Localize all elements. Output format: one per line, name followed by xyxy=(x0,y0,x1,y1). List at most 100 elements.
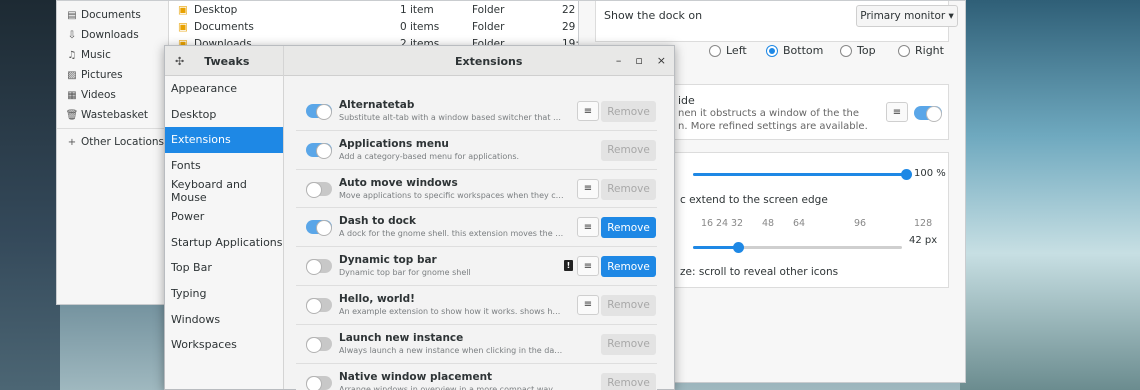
extension-settings-button[interactable]: ≡ xyxy=(577,178,599,199)
hamburger-icon: ≡ xyxy=(892,106,902,118)
desktop-wallpaper-right xyxy=(960,0,1140,390)
sidebar-item-pictures[interactable]: ▨ Pictures xyxy=(57,65,168,85)
extension-toggle[interactable] xyxy=(306,181,332,198)
table-row[interactable]: ▣Documents0 itemsFolder29 Ma xyxy=(170,18,595,35)
position-radio-top[interactable]: Top xyxy=(840,44,876,57)
autohide-toggle[interactable] xyxy=(914,106,942,122)
close-icon[interactable]: × xyxy=(657,54,666,67)
show-dock-label: Show the dock on xyxy=(604,9,703,22)
extension-toggle[interactable] xyxy=(306,104,332,120)
app-title: Tweaks xyxy=(204,54,250,68)
file-kind: Folder xyxy=(472,3,505,16)
sidebar-item-startup-applications[interactable]: Startup Applications xyxy=(165,230,283,256)
extension-toggle[interactable] xyxy=(306,336,332,353)
minimize-icon[interactable]: – xyxy=(616,54,622,67)
tweaks-sidebar: Appearance Desktop Extensions Fonts Keyboard… xyxy=(165,76,284,389)
sidebar-item-other-locations[interactable]: + Other Locations xyxy=(57,132,168,152)
table-row[interactable]: ▣Desktop1 itemFolder22 Ma xyxy=(170,1,595,18)
extension-description: Substitute alt-tab with a window based s… xyxy=(339,113,565,122)
sidebar-item-label: Wastebasket xyxy=(81,109,149,121)
sidebar-item-top-bar[interactable]: Top Bar xyxy=(165,255,283,281)
header-left: ✣ Tweaks xyxy=(165,46,284,76)
extension-name: Applications menu xyxy=(339,137,449,150)
position-radio-left[interactable]: Left xyxy=(709,44,747,57)
remove-button: Remove xyxy=(601,101,656,122)
extension-row: Auto move windows Move applications to sp… xyxy=(296,170,657,209)
sidebar-item-videos[interactable]: ▦ Videos xyxy=(57,85,168,105)
maximize-icon[interactable]: ▫ xyxy=(635,54,642,67)
files-sidebar: ▤ Documents ⇩ Downloads ♫ Music ▨ Pictures ▦ Vide… xyxy=(57,1,169,304)
extension-toggle[interactable] xyxy=(306,375,332,390)
extension-name: Alternatetab xyxy=(339,99,415,111)
radio-dot xyxy=(709,44,721,57)
sidebar-item-power[interactable]: Power xyxy=(165,204,283,230)
autohide-desc-1: nen it obstructs a window of the the xyxy=(678,108,859,119)
sidebar-item-downloads[interactable]: ⇩ Downloads xyxy=(57,25,168,45)
extension-settings-button[interactable]: ≡ xyxy=(577,101,599,121)
sidebar-item-workspaces[interactable]: Workspaces xyxy=(165,332,283,358)
extension-toggle[interactable] xyxy=(306,220,332,237)
remove-button[interactable]: Remove xyxy=(601,217,656,239)
tick-label: 128 xyxy=(914,218,933,229)
sidebar-item-appearance[interactable]: Appearance xyxy=(165,76,283,102)
extension-description: Always launch a new instance when clicki… xyxy=(339,345,565,355)
extension-row: Applications menu Add a category-based me… xyxy=(296,131,657,170)
sidebar-item-label: Other Locations xyxy=(81,136,165,148)
icon-size-slider[interactable] xyxy=(693,242,902,253)
file-name: Documents xyxy=(194,20,254,33)
hamburger-icon: ≡ xyxy=(583,183,593,195)
sidebar-item-music[interactable]: ♫ Music xyxy=(57,45,168,65)
header-bar: ✣ Tweaks Extensions – ▫ × xyxy=(165,46,674,76)
extension-toggle[interactable] xyxy=(306,259,332,276)
sidebar-item-windows[interactable]: Windows xyxy=(165,306,283,332)
tick-label: 64 xyxy=(793,218,806,229)
sidebar-item-wastebasket[interactable]: 🗑 Wastebasket xyxy=(57,105,168,125)
folder-icon: ▣ xyxy=(178,3,188,16)
documents-icon: ▤ xyxy=(67,9,77,21)
videos-icon: ▦ xyxy=(67,89,77,101)
remove-button: Remove xyxy=(601,372,656,390)
music-icon: ♫ xyxy=(67,49,77,61)
page-title: Extensions xyxy=(455,55,523,68)
extension-settings-button[interactable]: ≡ xyxy=(577,294,599,315)
folder-icon: ▣ xyxy=(178,20,188,33)
slider-knob[interactable] xyxy=(901,169,912,180)
extension-settings-button[interactable]: ≡ xyxy=(577,256,599,277)
extension-row: Dynamic top bar Dynamic top bar for gnome… xyxy=(296,247,657,286)
sidebar-item-typing[interactable]: Typing xyxy=(165,281,283,307)
autohide-settings-button[interactable]: ≡ xyxy=(886,102,908,122)
sidebar-item-keyboard-and-mouse[interactable]: Keyboard and Mouse xyxy=(165,178,283,204)
sidebar-item-desktop[interactable]: Desktop xyxy=(165,102,283,128)
sidebar-item-fonts[interactable]: Fonts xyxy=(165,153,283,179)
remove-button: Remove xyxy=(601,178,656,200)
extension-toggle[interactable] xyxy=(306,142,332,159)
extension-settings-button[interactable]: ≡ xyxy=(577,217,599,238)
autohide-desc-2: n. More refined settings are available. xyxy=(678,121,868,132)
extension-name: Launch new instance xyxy=(339,331,464,344)
radio-label: Left xyxy=(726,44,747,57)
radio-label: Top xyxy=(857,44,876,57)
remove-button: Remove xyxy=(601,294,656,316)
dock-size-slider[interactable] xyxy=(693,169,912,180)
sidebar-divider xyxy=(57,128,168,129)
sidebar-item-label: Videos xyxy=(81,89,116,101)
sidebar-item-documents[interactable]: ▤ Documents xyxy=(57,5,168,25)
extension-toggle[interactable] xyxy=(306,297,332,314)
monitor-dropdown[interactable]: Primary monitor ▾ xyxy=(856,5,958,27)
sidebar-item-label: Downloads xyxy=(81,29,139,41)
hamburger-icon: ≡ xyxy=(583,260,593,272)
sidebar-item-extensions[interactable]: Extensions xyxy=(165,127,283,153)
hamburger-icon: ≡ xyxy=(583,221,593,233)
wastebasket-icon: 🗑 xyxy=(65,109,79,121)
position-radio-bottom[interactable]: Bottom xyxy=(766,44,823,57)
tick-label: 48 xyxy=(762,218,775,229)
extension-description: A dock for the gnome shell. this extensi… xyxy=(339,229,565,239)
extensions-list: Alternatetab Substitute alt-tab with a wi… xyxy=(296,92,657,390)
remove-button[interactable]: Remove xyxy=(601,256,656,278)
position-radio-right[interactable]: Right xyxy=(898,44,944,57)
icon-size-value: 42 px xyxy=(909,235,938,246)
slider-knob[interactable] xyxy=(733,242,744,253)
extend-label: c extend to the screen edge xyxy=(680,194,828,206)
hamburger-icon: ≡ xyxy=(583,105,593,117)
extension-description: Add a category-based menu for applicatio… xyxy=(339,151,520,161)
